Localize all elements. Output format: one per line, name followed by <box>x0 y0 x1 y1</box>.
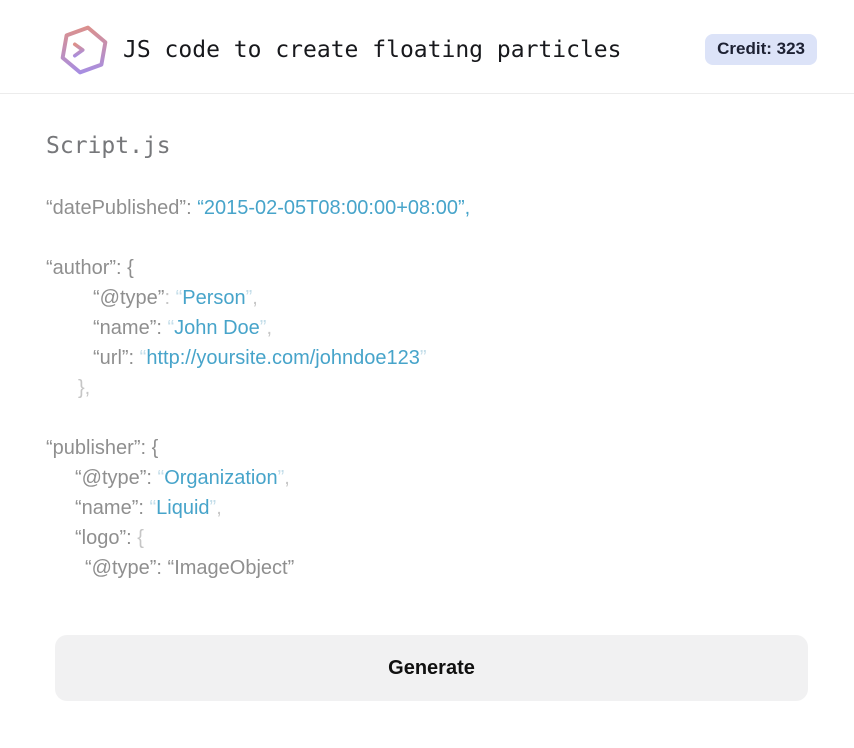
code-token-value: John Doe <box>174 317 260 339</box>
credit-badge: Credit: 323 <box>705 34 817 65</box>
filename-label: Script.js <box>46 133 171 159</box>
code-line: “datePublished”: “2015-02-05T08:00:00+08… <box>46 193 808 223</box>
code-line: “@type”: “ImageObject” <box>46 553 808 583</box>
code-line: “logo”: { <box>46 523 808 553</box>
code-line: “url”: “http://yoursite.com/johndoe123” <box>46 343 808 373</box>
code-token-value: Organization <box>164 467 278 489</box>
code-token-key: “@type”: “ImageObject” <box>85 557 295 579</box>
code-token-key: “author”: { <box>46 257 134 279</box>
code-line: “@type”: “Organization”, <box>46 463 808 493</box>
code-token-key: “@type”: <box>75 467 158 489</box>
code-token-faded: , <box>284 467 290 489</box>
code-token-value: http://yoursite.com/johndoe123 <box>146 347 420 369</box>
code-line: “author”: { <box>46 253 808 283</box>
code-line: “name”: “John Doe”, <box>46 313 808 343</box>
code-token-key: “publisher”: { <box>46 437 159 459</box>
code-line: “@type”: “Person”, <box>46 283 808 313</box>
code-token-quote: ” <box>419 347 427 369</box>
code-token-key: “logo”: <box>75 527 138 549</box>
code-token-key: “name”: <box>75 497 150 519</box>
code-token-value: Liquid <box>156 497 210 519</box>
page-title: JS code to create floating particles <box>123 36 622 63</box>
code-token-key: “url”: <box>93 347 140 369</box>
terminal-prompt-hexagon-icon <box>56 22 112 78</box>
code-line: }, <box>46 373 808 403</box>
code-line: “publisher”: { <box>46 433 808 463</box>
code-token-faded: }, <box>78 377 91 399</box>
code-block: “datePublished”: “2015-02-05T08:00:00+08… <box>46 193 808 583</box>
code-token-faded: , <box>266 317 272 339</box>
code-line: “name”: “Liquid”, <box>46 493 808 523</box>
code-token-faded: , <box>216 497 222 519</box>
generate-button[interactable]: Generate <box>55 635 808 701</box>
main-content: Script.js “datePublished”: “2015-02-05T0… <box>0 94 854 701</box>
code-token-faded: , <box>252 287 258 309</box>
code-token-faded: : <box>164 287 176 309</box>
header: JS code to create floating particles Cre… <box>0 0 854 94</box>
code-token-faded: { <box>137 527 144 549</box>
code-token-value: “2015-02-05T08:00:00+08:00”, <box>197 197 471 219</box>
code-token-key: “@type” <box>93 287 165 309</box>
code-token-value: Person <box>182 287 246 309</box>
code-token-key: “name”: <box>93 317 168 339</box>
code-token-key: “datePublished”: <box>46 197 198 219</box>
